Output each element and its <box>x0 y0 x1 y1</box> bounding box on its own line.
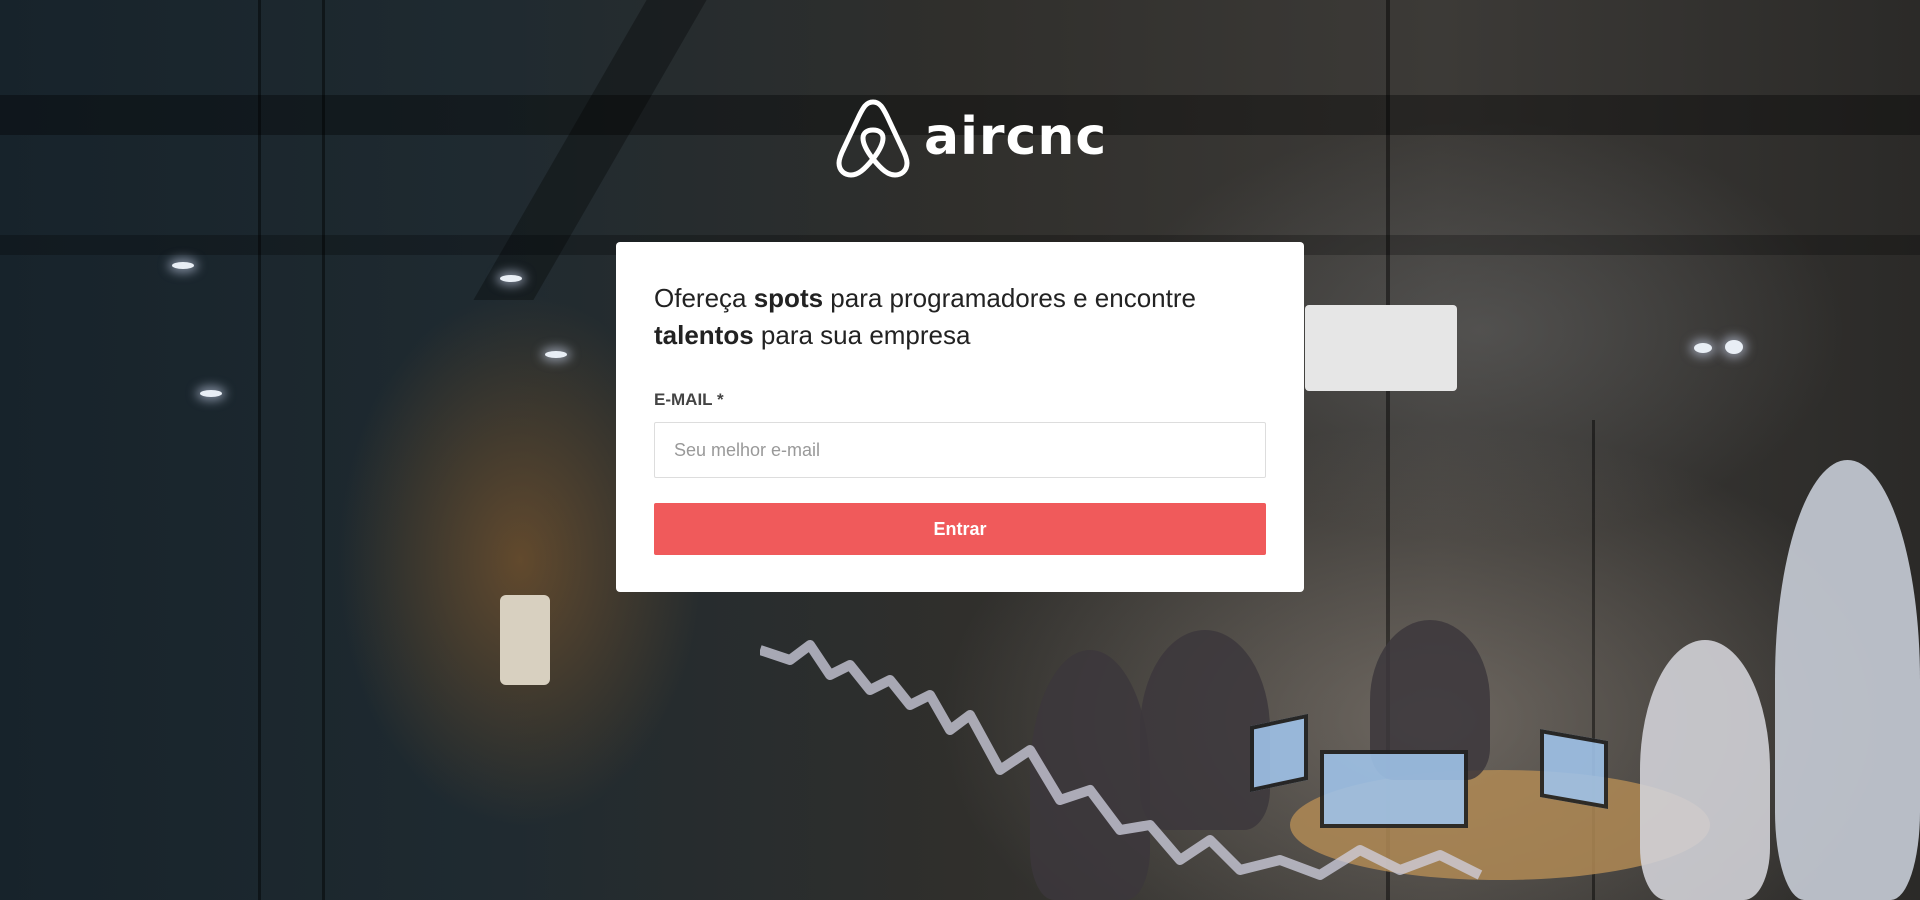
person <box>1775 460 1920 900</box>
chair <box>500 595 550 685</box>
laptop <box>1540 729 1608 809</box>
ceiling-light <box>1694 343 1712 353</box>
ceiling-light <box>172 262 194 269</box>
wave-decal <box>760 640 1483 880</box>
email-field[interactable] <box>654 422 1266 478</box>
glass-partition <box>322 0 325 900</box>
air-conditioner <box>1305 305 1457 391</box>
glass-partition <box>258 0 261 900</box>
airbnb-belo-icon <box>836 99 910 178</box>
headline-text: Ofereça <box>654 283 754 313</box>
headline-text: para sua empresa <box>753 320 971 350</box>
brand-name: aircnc <box>924 107 1108 167</box>
headline: Ofereça spots para programadores e encon… <box>654 280 1266 354</box>
headline-text: para programadores e encontre <box>823 283 1196 313</box>
ceiling-light <box>200 390 222 397</box>
headline-emphasis-talentos: talentos <box>654 320 754 350</box>
login-card: Ofereça spots para programadores e encon… <box>616 242 1304 592</box>
ceiling-light <box>545 351 567 358</box>
ceiling-light <box>500 275 522 282</box>
headline-emphasis-spots: spots <box>753 283 824 313</box>
aircnc-logo: aircnc <box>836 96 1107 178</box>
login-submit-button[interactable]: Entrar <box>654 503 1266 555</box>
person <box>1640 640 1770 900</box>
ceiling-light <box>1725 340 1743 354</box>
email-label: E-MAIL * <box>654 390 724 409</box>
